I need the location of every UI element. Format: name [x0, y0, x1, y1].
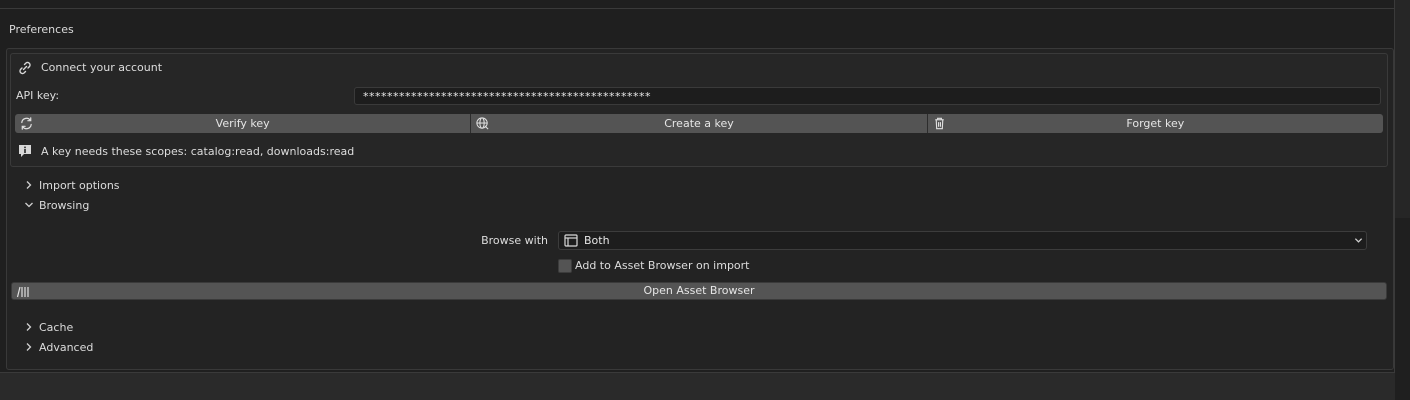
refresh-icon	[21, 117, 32, 130]
chevron-right-icon	[26, 181, 32, 189]
browsing-label: Browsing	[39, 199, 90, 212]
panel-title: Preferences	[9, 23, 74, 36]
forget-key-label: Forget key	[1126, 117, 1185, 130]
section-browsing[interactable]: Browsing	[24, 198, 114, 214]
asset-library-icon	[16, 286, 29, 298]
link-icon	[19, 61, 31, 75]
browse-with-value: Both	[584, 234, 610, 247]
scrollbar-track[interactable]	[1395, 0, 1410, 400]
account-header: Connect your account	[41, 61, 163, 74]
key-button-row: Verify key Create a key Forget key	[15, 114, 1383, 133]
open-asset-browser-label: Open Asset Browser	[643, 284, 755, 297]
section-import-options[interactable]: Import options	[24, 178, 134, 194]
chevron-right-icon	[26, 343, 32, 351]
info-icon	[19, 145, 31, 157]
top-divider	[0, 8, 1394, 9]
cache-label: Cache	[39, 321, 74, 334]
chevron-right-icon	[26, 323, 32, 331]
globe-icon	[476, 117, 489, 130]
advanced-label: Advanced	[39, 341, 94, 354]
section-advanced[interactable]: Advanced	[24, 340, 114, 356]
create-key-label: Create a key	[664, 117, 734, 130]
verify-key-label: Verify key	[215, 117, 270, 130]
api-key-label: API key:	[16, 89, 60, 102]
browse-with-dropdown[interactable]: Both	[558, 231, 1367, 250]
open-asset-browser-button[interactable]: Open Asset Browser	[11, 282, 1387, 300]
browse-with-label: Browse with	[481, 234, 548, 247]
api-key-input[interactable]: ****************************************…	[354, 87, 1381, 105]
window-icon	[564, 234, 578, 247]
section-cache[interactable]: Cache	[24, 320, 104, 336]
scopes-info-text: A key needs these scopes: catalog:read, …	[41, 145, 355, 158]
chevron-down-icon	[1354, 238, 1363, 243]
create-key-button[interactable]: Create a key	[471, 114, 928, 133]
add-to-asset-browser-checkbox[interactable]	[558, 259, 572, 273]
import-options-label: Import options	[39, 179, 120, 192]
chevron-down-icon	[25, 202, 33, 208]
verify-key-button[interactable]: Verify key	[15, 114, 472, 133]
bottom-area	[0, 373, 1395, 400]
add-to-asset-browser-label: Add to Asset Browser on import	[575, 259, 750, 272]
trash-icon	[934, 117, 944, 130]
forget-key-button[interactable]: Forget key	[927, 114, 1383, 133]
